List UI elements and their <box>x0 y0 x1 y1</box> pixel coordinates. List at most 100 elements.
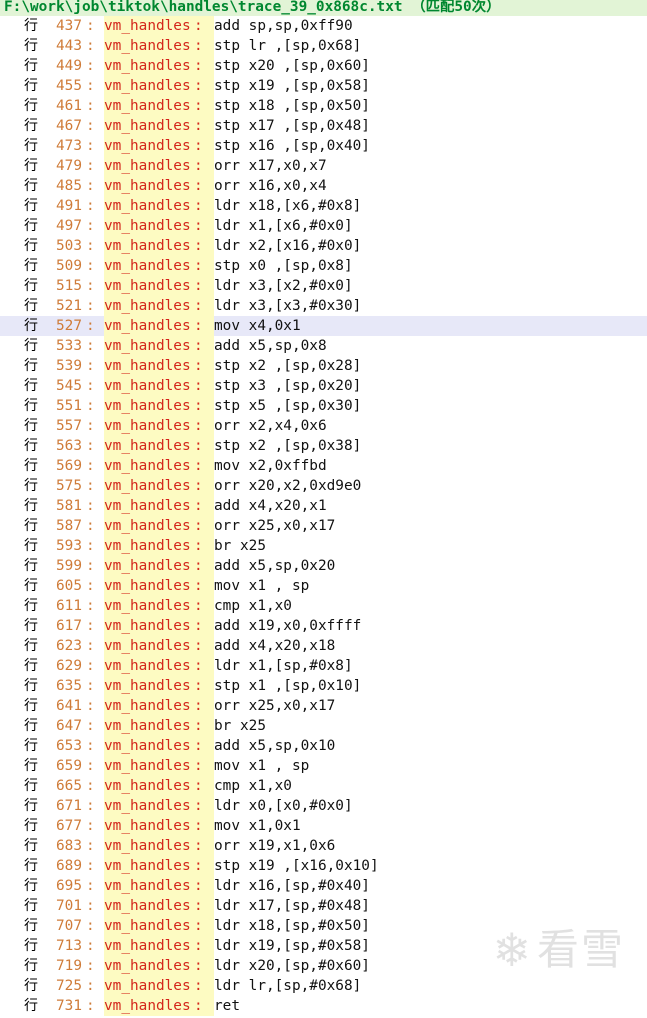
search-result-row[interactable]: 行 695: vm_handles: ldr x16,[sp,#0x40] <box>0 876 647 896</box>
function-separator: : <box>194 758 203 774</box>
search-result-row[interactable]: 行 515: vm_handles: ldr x3,[x2,#0x0] <box>0 276 647 296</box>
function-separator: : <box>194 898 203 914</box>
instruction-text: orr x16,x0,x4 <box>214 178 327 194</box>
search-result-row[interactable]: 行 653: vm_handles: add x5,sp,0x10 <box>0 736 647 756</box>
line-number: 605 <box>56 578 82 594</box>
instruction-text: ldr lr,[sp,#0x68] <box>214 978 362 994</box>
instruction-text: orr x25,x0,x17 <box>214 518 336 534</box>
search-result-row[interactable]: 行 665: vm_handles: cmp x1,x0 <box>0 776 647 796</box>
search-result-row[interactable]: 行 527: vm_handles: mov x4,0x1 <box>0 316 647 336</box>
search-result-row[interactable]: 行 437: vm_handles: add sp,sp,0xff90 <box>0 16 647 36</box>
instruction-text: add x4,x20,x1 <box>214 498 327 514</box>
search-result-row[interactable]: 行 509: vm_handles: stp x0 ,[sp,0x8] <box>0 256 647 276</box>
search-result-row[interactable]: 行 539: vm_handles: stp x2 ,[sp,0x28] <box>0 356 647 376</box>
search-result-row[interactable]: 行 593: vm_handles: br x25 <box>0 536 647 556</box>
search-result-row[interactable]: 行 659: vm_handles: mov x1 , sp <box>0 756 647 776</box>
instruction-text: ldr x2,[x16,#0x0] <box>214 238 362 254</box>
search-result-row[interactable]: 行 617: vm_handles: add x19,x0,0xffff <box>0 616 647 636</box>
search-result-row[interactable]: 行 467: vm_handles: stp x17 ,[sp,0x48] <box>0 116 647 136</box>
search-result-row[interactable]: 行 641: vm_handles: orr x25,x0,x17 <box>0 696 647 716</box>
search-result-row[interactable]: 行 563: vm_handles: stp x2 ,[sp,0x38] <box>0 436 647 456</box>
search-result-row[interactable]: 行 479: vm_handles: orr x17,x0,x7 <box>0 156 647 176</box>
function-separator: : <box>194 878 203 894</box>
search-result-row[interactable]: 行 605: vm_handles: mov x1 , sp <box>0 576 647 596</box>
search-result-row[interactable]: 行 533: vm_handles: add x5,sp,0x8 <box>0 336 647 356</box>
search-result-row[interactable]: 行 683: vm_handles: orr x19,x1,0x6 <box>0 836 647 856</box>
search-result-row[interactable]: 行 689: vm_handles: stp x19 ,[x16,0x10] <box>0 856 647 876</box>
row-prefix-label: 行 <box>24 238 38 254</box>
instruction-text: orr x2,x4,0x6 <box>214 418 327 434</box>
search-result-row[interactable]: 行 581: vm_handles: add x4,x20,x1 <box>0 496 647 516</box>
search-result-row[interactable]: 行 731: vm_handles: ret <box>0 996 647 1016</box>
row-prefix-label: 行 <box>24 198 38 214</box>
row-prefix-label: 行 <box>24 938 38 954</box>
row-prefix-label: 行 <box>24 358 38 374</box>
line-number: 509 <box>56 258 82 274</box>
search-result-row[interactable]: 行 725: vm_handles: ldr lr,[sp,#0x68] <box>0 976 647 996</box>
search-result-row[interactable]: 行 587: vm_handles: orr x25,x0,x17 <box>0 516 647 536</box>
line-separator: : <box>86 858 95 874</box>
row-prefix-label: 行 <box>24 398 38 414</box>
search-result-row[interactable]: 行 455: vm_handles: stp x19 ,[sp,0x58] <box>0 76 647 96</box>
line-number: 551 <box>56 398 82 414</box>
row-prefix-label: 行 <box>24 258 38 274</box>
function-separator: : <box>194 238 203 254</box>
line-separator: : <box>86 258 95 274</box>
search-result-row[interactable]: 行 635: vm_handles: stp x1 ,[sp,0x10] <box>0 676 647 696</box>
search-result-row[interactable]: 行 443: vm_handles: stp lr ,[sp,0x68] <box>0 36 647 56</box>
row-prefix-label: 行 <box>24 658 38 674</box>
search-result-row[interactable]: 行 629: vm_handles: ldr x1,[sp,#0x8] <box>0 656 647 676</box>
function-separator: : <box>194 718 203 734</box>
function-separator: : <box>194 698 203 714</box>
function-separator: : <box>194 378 203 394</box>
line-number: 569 <box>56 458 82 474</box>
search-result-row[interactable]: 行 461: vm_handles: stp x18 ,[sp,0x50] <box>0 96 647 116</box>
instruction-text: stp x2 ,[sp,0x28] <box>214 358 362 374</box>
line-separator: : <box>86 678 95 694</box>
line-number: 701 <box>56 898 82 914</box>
search-result-row[interactable]: 行 611: vm_handles: cmp x1,x0 <box>0 596 647 616</box>
function-separator: : <box>194 98 203 114</box>
search-result-row[interactable]: 行 503: vm_handles: ldr x2,[x16,#0x0] <box>0 236 647 256</box>
search-result-row[interactable]: 行 671: vm_handles: ldr x0,[x0,#0x0] <box>0 796 647 816</box>
search-result-row[interactable]: 行 473: vm_handles: stp x16 ,[sp,0x40] <box>0 136 647 156</box>
search-results-file-header[interactable]: F:\work\job\tiktok\handles\trace_39_0x86… <box>0 0 647 16</box>
row-prefix-label: 行 <box>24 858 38 874</box>
search-result-row[interactable]: 行 449: vm_handles: stp x20 ,[sp,0x60] <box>0 56 647 76</box>
search-result-row[interactable]: 行 497: vm_handles: ldr x1,[x6,#0x0] <box>0 216 647 236</box>
search-result-row[interactable]: 行 551: vm_handles: stp x5 ,[sp,0x30] <box>0 396 647 416</box>
row-prefix-label: 行 <box>24 418 38 434</box>
function-separator: : <box>194 398 203 414</box>
search-result-row[interactable]: 行 623: vm_handles: add x4,x20,x18 <box>0 636 647 656</box>
line-number: 539 <box>56 358 82 374</box>
row-prefix-label: 行 <box>24 178 38 194</box>
search-result-row[interactable]: 行 491: vm_handles: ldr x18,[x6,#0x8] <box>0 196 647 216</box>
row-prefix-label: 行 <box>24 678 38 694</box>
row-prefix-label: 行 <box>24 498 38 514</box>
line-separator: : <box>86 38 95 54</box>
line-number: 455 <box>56 78 82 94</box>
function-separator: : <box>194 558 203 574</box>
search-result-row[interactable]: 行 599: vm_handles: add x5,sp,0x20 <box>0 556 647 576</box>
search-result-row[interactable]: 行 557: vm_handles: orr x2,x4,0x6 <box>0 416 647 436</box>
search-result-row[interactable]: 行 719: vm_handles: ldr x20,[sp,#0x60] <box>0 956 647 976</box>
search-result-row[interactable]: 行 677: vm_handles: mov x1,0x1 <box>0 816 647 836</box>
row-prefix-label: 行 <box>24 298 38 314</box>
line-separator: : <box>86 778 95 794</box>
search-result-row[interactable]: 行 701: vm_handles: ldr x17,[sp,#0x48] <box>0 896 647 916</box>
search-result-row[interactable]: 行 521: vm_handles: ldr x3,[x3,#0x30] <box>0 296 647 316</box>
search-result-row[interactable]: 行 485: vm_handles: orr x16,x0,x4 <box>0 176 647 196</box>
search-result-row[interactable]: 行 545: vm_handles: stp x3 ,[sp,0x20] <box>0 376 647 396</box>
instruction-text: ldr x0,[x0,#0x0] <box>214 798 353 814</box>
function-separator: : <box>194 158 203 174</box>
line-separator: : <box>86 358 95 374</box>
row-prefix-label: 行 <box>24 558 38 574</box>
search-result-row[interactable]: 行 569: vm_handles: mov x2,0xffbd <box>0 456 647 476</box>
line-separator: : <box>86 438 95 454</box>
search-result-row[interactable]: 行 575: vm_handles: orr x20,x2,0xd9e0 <box>0 476 647 496</box>
line-separator: : <box>86 378 95 394</box>
search-result-row[interactable]: 行 647: vm_handles: br x25 <box>0 716 647 736</box>
search-result-row[interactable]: 行 713: vm_handles: ldr x19,[sp,#0x58] <box>0 936 647 956</box>
line-number: 635 <box>56 678 82 694</box>
search-result-row[interactable]: 行 707: vm_handles: ldr x18,[sp,#0x50] <box>0 916 647 936</box>
